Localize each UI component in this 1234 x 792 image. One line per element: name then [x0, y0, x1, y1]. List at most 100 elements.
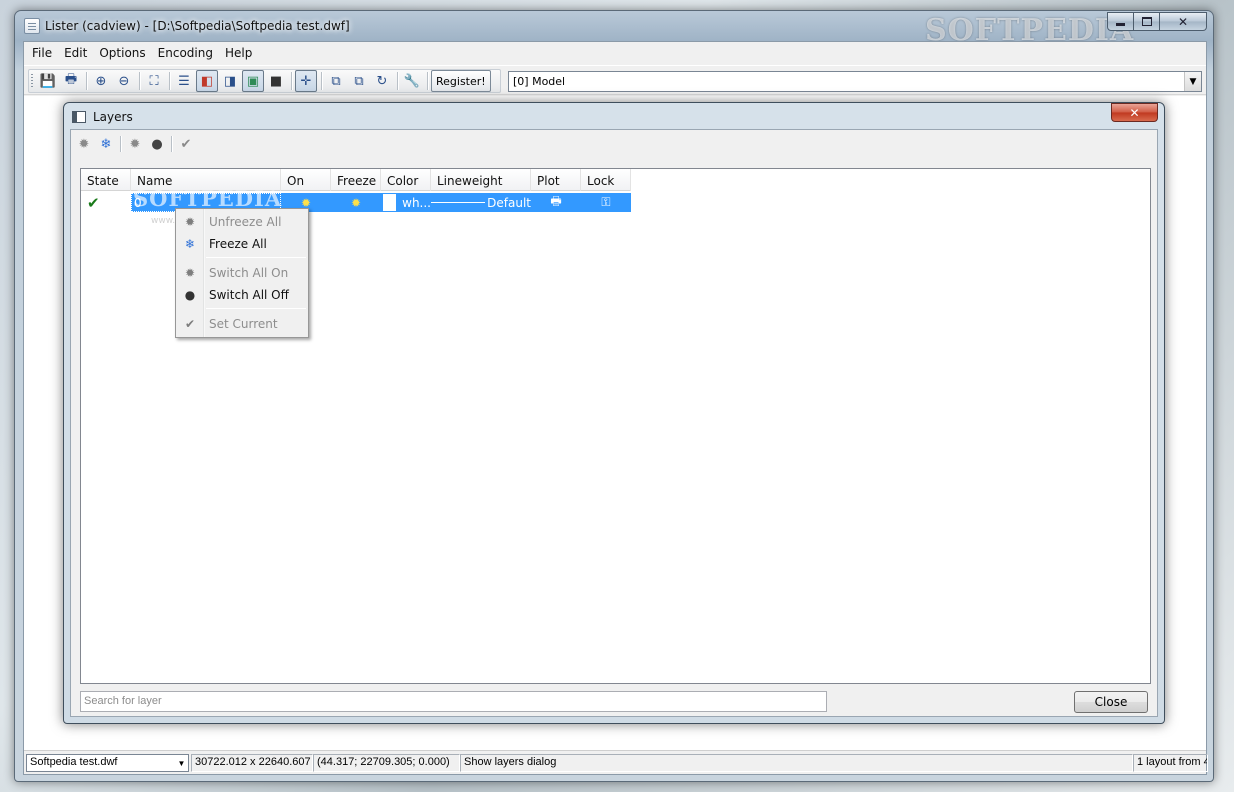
- layout-select[interactable]: [0] Model ▼: [508, 71, 1202, 92]
- bulb-off-icon: ●: [184, 288, 196, 302]
- menu-options[interactable]: Options: [93, 46, 151, 60]
- lineweight-line: [431, 202, 486, 203]
- menu-separator: [206, 308, 306, 309]
- toolbar-separator: [139, 72, 140, 90]
- rotate-icon[interactable]: ↻: [371, 70, 393, 92]
- layers-toolbar: ✹ ❄ ✹ ● ✔: [73, 132, 197, 156]
- layer-color-text: wh...: [402, 195, 431, 210]
- maximize-button[interactable]: [1134, 12, 1160, 31]
- toolbar-separator: [291, 72, 292, 90]
- column-lineweight[interactable]: Lineweight: [431, 169, 531, 191]
- status-file-name: Softpedia test.dwf: [30, 756, 118, 768]
- menu-help[interactable]: Help: [219, 46, 258, 60]
- menu-item-freeze-all[interactable]: ❄ Freeze All: [178, 234, 306, 254]
- status-message: Show layers dialog: [460, 754, 1133, 772]
- toolbar-separator: [120, 136, 121, 152]
- search-input[interactable]: Search for layer: [80, 691, 827, 712]
- menu-item-label: Switch All On: [209, 266, 289, 280]
- wrench-icon[interactable]: 🔧: [401, 70, 423, 92]
- menu-edit[interactable]: Edit: [58, 46, 93, 60]
- copy-icon[interactable]: ⧉: [325, 70, 347, 92]
- menu-item-switch-all-off[interactable]: ● Switch All Off: [178, 285, 306, 305]
- print-icon[interactable]: 🖶: [60, 70, 82, 92]
- menu-item-label: Unfreeze All: [209, 215, 282, 229]
- layers-icon[interactable]: ☰: [173, 70, 195, 92]
- bulb-off-icon[interactable]: ●: [146, 133, 168, 155]
- toolbar: 💾 🖶 ⊕ ⊖ ⛶ ☰ ◧ ◨ ▣ ■ ✛ ⧉ ⧉ ↻ 🔧 Register! …: [24, 65, 1206, 95]
- toolbar-separator: [171, 136, 172, 152]
- toolbar-group: 💾 🖶 ⊕ ⊖ ⛶ ☰ ◧ ◨ ▣ ■ ✛ ⧉ ⧉ ↻ 🔧 Register!: [28, 69, 501, 93]
- menu-item-set-current[interactable]: ✔ Set Current: [178, 314, 306, 334]
- toolbar-separator: [321, 72, 322, 90]
- lock-icon[interactable]: ⚿: [581, 193, 631, 212]
- toolbar-grip[interactable]: [31, 74, 33, 88]
- save-icon[interactable]: 💾: [37, 70, 59, 92]
- status-bar: Softpedia test.dwf ▼ 30722.012 x 22640.6…: [24, 750, 1208, 774]
- bulb-on-icon[interactable]: ✹: [124, 133, 146, 155]
- column-name[interactable]: Name: [131, 169, 281, 191]
- menu-separator: [206, 257, 306, 258]
- app-icon: [24, 18, 40, 34]
- context-menu: ✹ Unfreeze All ❄ Freeze All ✹ Switch All…: [175, 208, 309, 338]
- status-drawing-size: 30722.012 x 22640.607: [191, 754, 313, 772]
- dialog-close-button[interactable]: ✕: [1111, 103, 1158, 122]
- window-title: Lister (cadview) - [D:\Softpedia\Softped…: [45, 19, 350, 33]
- menu-item-label: Switch All Off: [209, 288, 289, 302]
- close-button[interactable]: Close: [1074, 691, 1148, 713]
- menu-item-unfreeze-all[interactable]: ✹ Unfreeze All: [178, 212, 306, 232]
- column-freeze[interactable]: Freeze: [331, 169, 381, 191]
- dialog-title: Layers: [93, 110, 133, 124]
- black-background-icon[interactable]: ◧: [196, 70, 218, 92]
- layout-select-value: [0] Model: [513, 75, 566, 88]
- chevron-down-icon[interactable]: ▼: [175, 755, 188, 771]
- pan-icon[interactable]: ✛: [295, 70, 317, 92]
- checkmark-icon[interactable]: ✔: [175, 133, 197, 155]
- table-row[interactable]: ✔ 0 ✹ ✹ wh... Default 🖶 ⚿: [81, 193, 631, 212]
- status-file-select[interactable]: Softpedia test.dwf ▼: [26, 754, 189, 772]
- sun-icon[interactable]: ✹: [73, 133, 95, 155]
- paste-icon[interactable]: ⧉: [348, 70, 370, 92]
- column-plot[interactable]: Plot: [531, 169, 581, 191]
- menu-bar: File Edit Options Encoding Help: [24, 42, 1206, 64]
- printer-icon[interactable]: 🖶: [531, 193, 581, 212]
- white-background-icon[interactable]: ◨: [219, 70, 241, 92]
- layer-lineweight-text: Default: [487, 195, 531, 210]
- chevron-down-icon[interactable]: ▼: [1184, 72, 1201, 91]
- sun-icon: ✹: [184, 215, 196, 229]
- layer-color[interactable]: wh...: [381, 193, 431, 212]
- toolbar-separator: [169, 72, 170, 90]
- dialog-icon: [72, 111, 86, 123]
- fit-to-window-icon[interactable]: ⛶: [143, 70, 165, 92]
- table-header: State Name On Freeze Color Lineweight Pl…: [81, 169, 631, 191]
- zoom-out-icon[interactable]: ⊖: [113, 70, 135, 92]
- black-white-icon[interactable]: ■: [265, 70, 287, 92]
- color-mode-icon[interactable]: ▣: [242, 70, 264, 92]
- color-swatch: [383, 194, 397, 211]
- snowflake-icon: ❄: [184, 237, 196, 251]
- status-coordinates: (44.317; 22709.305; 0.000): [313, 754, 460, 772]
- menu-item-label: Set Current: [209, 317, 278, 331]
- column-state[interactable]: State: [81, 169, 131, 191]
- layers-dialog: Layers ✕ ✹ ❄ ✹ ● ✔ State Name On Freeze …: [63, 102, 1165, 724]
- menu-file[interactable]: File: [26, 46, 58, 60]
- caption-buttons: ✕: [1107, 12, 1207, 31]
- layer-lineweight[interactable]: Default: [431, 193, 531, 212]
- column-lock[interactable]: Lock: [581, 169, 631, 191]
- close-window-button[interactable]: ✕: [1160, 12, 1207, 31]
- bulb-on-icon: ✹: [184, 266, 196, 280]
- menu-encoding[interactable]: Encoding: [152, 46, 219, 60]
- checkmark-icon: ✔: [184, 317, 196, 331]
- minimize-button[interactable]: [1107, 12, 1134, 31]
- title-bar[interactable]: Lister (cadview) - [D:\Softpedia\Softped…: [15, 11, 1213, 48]
- menu-item-switch-all-on[interactable]: ✹ Switch All On: [178, 263, 306, 283]
- zoom-in-icon[interactable]: ⊕: [90, 70, 112, 92]
- menu-item-label: Freeze All: [209, 237, 267, 251]
- column-color[interactable]: Color: [381, 169, 431, 191]
- register-button[interactable]: Register!: [431, 70, 491, 92]
- toolbar-separator: [427, 72, 428, 90]
- snowflake-icon[interactable]: ❄: [95, 133, 117, 155]
- layer-state-check[interactable]: ✔: [81, 193, 131, 212]
- status-layouts: 1 layout from 4: [1133, 754, 1208, 772]
- column-on[interactable]: On: [281, 169, 331, 191]
- layer-freeze-icon[interactable]: ✹: [331, 193, 381, 212]
